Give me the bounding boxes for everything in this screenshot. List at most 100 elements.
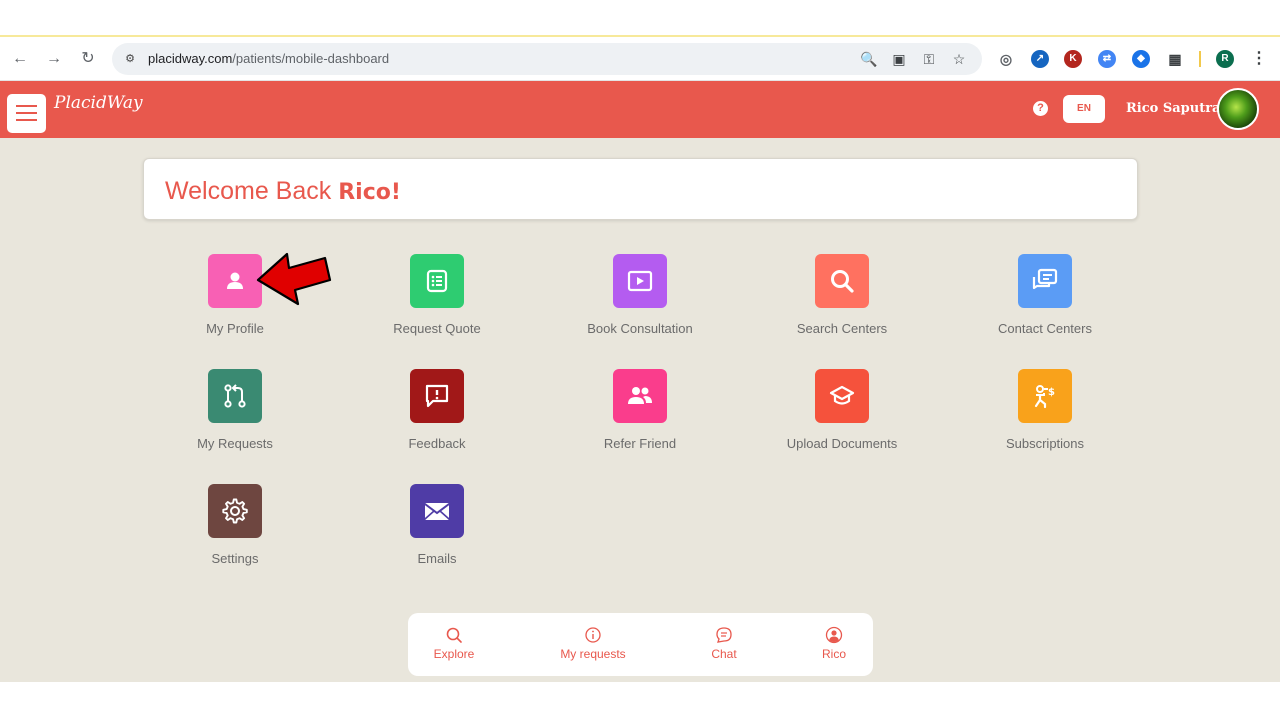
address-bar[interactable]: ⚙ placidway.com/patients/mobile-dashboar… xyxy=(112,43,982,75)
feedback-icon xyxy=(425,384,449,408)
back-icon[interactable]: ← xyxy=(10,49,30,69)
tile-label: Feedback xyxy=(408,436,466,451)
toolbar-separator xyxy=(1199,51,1201,67)
refer-friend-icon-box[interactable] xyxy=(613,369,667,423)
url-text[interactable]: placidway.com/patients/mobile-dashboard xyxy=(148,51,389,66)
bottom-nav-my-requests[interactable]: My requests xyxy=(555,626,631,661)
search-centers-icon-box[interactable] xyxy=(815,254,869,308)
welcome-user-name: Rico! xyxy=(338,180,401,205)
emails-icon-box[interactable] xyxy=(410,484,464,538)
subscriptions-icon-box[interactable]: $ xyxy=(1018,369,1072,423)
hamburger-line xyxy=(16,119,37,121)
placidway-logo[interactable]: PlacidWay xyxy=(54,93,143,113)
browser-toolbar: ← → ↻ ⚙ placidway.com/patients/mobile-da… xyxy=(0,37,1280,81)
tile-refer-friend[interactable]: Refer Friend xyxy=(560,369,720,469)
subscription-icon: $ xyxy=(1034,385,1055,409)
welcome-prefix: Welcome Back xyxy=(165,177,339,205)
bottom-nav-label: My requests xyxy=(560,647,626,661)
tile-upload-documents[interactable]: Upload Documents xyxy=(762,369,922,469)
k-extension-letter: K xyxy=(1069,53,1077,64)
user-avatar[interactable] xyxy=(1217,88,1259,130)
app-header: PlacidWay ? EN Rico Saputra xyxy=(0,81,1280,138)
url-path: /patients/mobile-dashboard xyxy=(232,51,390,66)
bottom-navigation: Explore My requests Chat Rico xyxy=(408,613,873,676)
search-icon xyxy=(446,627,462,643)
svg-text:$: $ xyxy=(1048,387,1055,398)
puzzle-extensions-icon[interactable]: ▦ xyxy=(1166,50,1184,68)
envelope-icon xyxy=(424,503,450,520)
tile-label: Emails xyxy=(417,551,457,566)
search-icon xyxy=(831,270,854,293)
upload-documents-icon-box[interactable] xyxy=(815,369,869,423)
url-domain: placidway.com xyxy=(148,51,233,66)
globe-extension-icon[interactable]: ◎ xyxy=(997,50,1015,68)
bottom-nav-rico[interactable]: Rico xyxy=(814,626,854,661)
language-button[interactable]: EN xyxy=(1063,95,1105,123)
tile-label: Upload Documents xyxy=(786,436,898,451)
welcome-card: Welcome Back Rico! xyxy=(143,158,1138,220)
annotation-arrow-icon xyxy=(256,252,332,306)
feedback-icon-box[interactable] xyxy=(410,369,464,423)
tile-book-consultation[interactable]: Book Consultation xyxy=(560,254,720,354)
hamburger-line xyxy=(16,105,37,107)
user-name[interactable]: Rico Saputra xyxy=(1126,101,1221,116)
list-icon xyxy=(426,269,448,293)
dashboard-main: Welcome Back Rico! My Profile Request Qu… xyxy=(0,138,1280,682)
key-icon[interactable]: ⚿ xyxy=(920,50,938,68)
welcome-heading: Welcome Back Rico! xyxy=(165,177,401,206)
pull-request-icon xyxy=(224,384,246,408)
tile-label: Search Centers xyxy=(796,321,888,336)
forward-icon[interactable]: → xyxy=(44,49,64,69)
contact-centers-icon-box[interactable] xyxy=(1018,254,1072,308)
tile-contact-centers[interactable]: Contact Centers xyxy=(965,254,1125,354)
graduation-cap-icon xyxy=(829,385,855,405)
tile-label: Request Quote xyxy=(393,321,481,336)
reload-icon[interactable]: ↻ xyxy=(78,49,98,69)
translate-extension-icon[interactable]: ⇄ xyxy=(1098,50,1116,68)
play-icon xyxy=(627,270,653,292)
site-info-icon[interactable]: ⚙ xyxy=(120,49,140,69)
tile-my-requests[interactable]: My Requests xyxy=(155,369,315,469)
request-quote-icon-box[interactable] xyxy=(410,254,464,308)
users-icon xyxy=(628,387,652,404)
tile-subscriptions[interactable]: $ Subscriptions xyxy=(965,369,1125,469)
profile-avatar-icon[interactable]: R xyxy=(1216,50,1234,68)
info-icon xyxy=(585,627,601,643)
chrome-extension-icon[interactable]: ◆ xyxy=(1132,50,1150,68)
tile-label: Settings xyxy=(211,551,259,566)
hamburger-menu-button[interactable] xyxy=(7,94,46,133)
help-icon[interactable]: ? xyxy=(1033,101,1048,116)
tile-request-quote[interactable]: Request Quote xyxy=(357,254,517,354)
tile-label: Refer Friend xyxy=(603,436,677,451)
bottom-nav-label: Explore xyxy=(433,647,475,661)
k-extension-icon[interactable]: K xyxy=(1064,50,1082,68)
tile-label: My Profile xyxy=(206,321,264,336)
bottom-nav-label: Chat xyxy=(711,647,737,661)
tile-label: Contact Centers xyxy=(998,321,1092,336)
bottom-margin xyxy=(0,682,1280,720)
book-consultation-icon-box[interactable] xyxy=(613,254,667,308)
gear-icon xyxy=(222,498,248,524)
kebab-menu-icon[interactable]: ⋮ xyxy=(1250,50,1268,68)
hamburger-line xyxy=(16,112,37,114)
user-circle-icon xyxy=(825,626,843,644)
zoom-icon[interactable]: 🔍 xyxy=(860,50,878,68)
top-margin xyxy=(0,0,1280,37)
chart-extension-icon[interactable]: ↗ xyxy=(1031,50,1049,68)
chat-bubble-icon xyxy=(716,627,732,643)
tile-emails[interactable]: Emails xyxy=(357,484,517,584)
install-app-icon[interactable]: ▣ xyxy=(890,50,908,68)
tile-label: My Requests xyxy=(197,436,273,451)
settings-icon-box[interactable] xyxy=(208,484,262,538)
tile-label: Book Consultation xyxy=(587,321,693,336)
bookmark-star-icon[interactable]: ☆ xyxy=(950,50,968,68)
tile-settings[interactable]: Settings xyxy=(155,484,315,584)
tile-feedback[interactable]: Feedback xyxy=(357,369,517,469)
bottom-nav-chat[interactable]: Chat xyxy=(704,626,744,661)
tile-label: Subscriptions xyxy=(1005,436,1085,451)
profile-letter: R xyxy=(1221,53,1229,64)
bottom-nav-label: Rico xyxy=(821,647,846,661)
tile-search-centers[interactable]: Search Centers xyxy=(762,254,922,354)
my-requests-icon-box[interactable] xyxy=(208,369,262,423)
bottom-nav-explore[interactable]: Explore xyxy=(430,626,478,661)
